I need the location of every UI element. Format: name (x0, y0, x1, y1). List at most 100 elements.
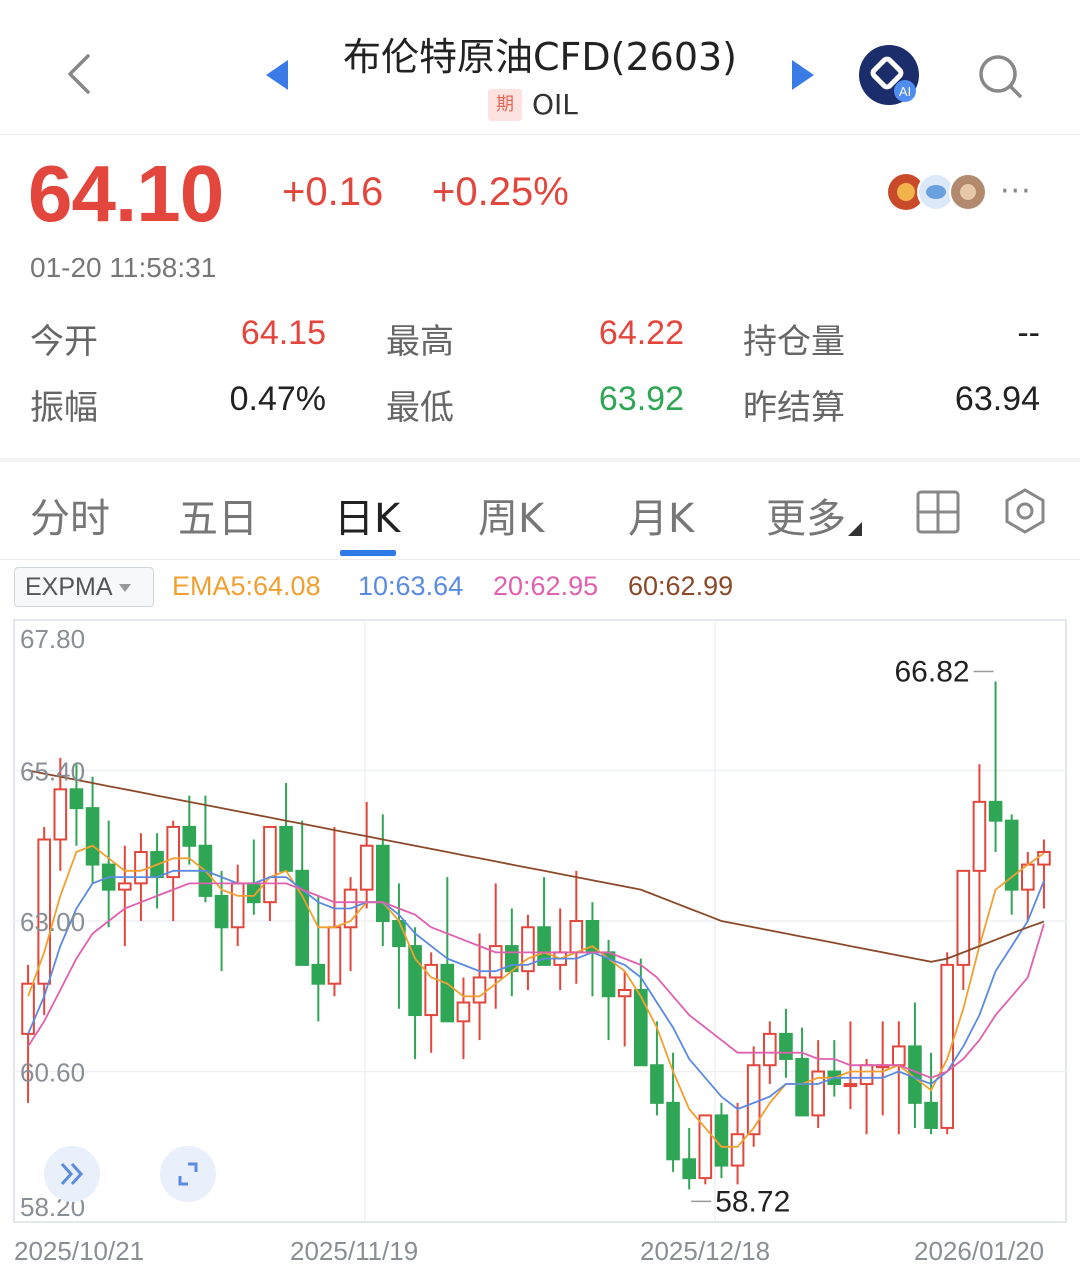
search-icon[interactable] (972, 48, 1028, 104)
candle-body (359, 844, 374, 891)
candle-body (440, 963, 455, 1023)
ema10-value: 10:63.64 (358, 571, 464, 601)
max-price-label: 66.82 (894, 655, 969, 688)
subtitle: 期 OIL (488, 88, 578, 121)
candle-body (650, 1064, 664, 1104)
quote-timestamp: 01-20 11:58:31 (30, 252, 217, 283)
candle-body (392, 920, 406, 948)
section-divider (0, 458, 1080, 462)
amplitude-value: 0.47% (229, 380, 326, 418)
ema60-value: 60:62.99 (628, 571, 734, 601)
y-tick-label: 60.60 (20, 1058, 85, 1088)
candle-body (472, 976, 487, 1004)
top-bar: 布伦特原油CFD(2603) 期 OIL AI (0, 0, 1080, 135)
candle-body (924, 1101, 938, 1129)
stats-row: 振幅 0.47% 最低 63.92 昨结算 63.94 (0, 378, 1080, 444)
indicator-name: EXPMA (25, 573, 113, 601)
open-interest-label: 持仓量 (743, 322, 845, 362)
candle-body (569, 920, 584, 954)
candle-body (118, 882, 132, 891)
candle-body (263, 825, 277, 904)
symbol-code: OIL (532, 88, 578, 121)
ema20-line (27, 882, 1045, 1079)
candle-body (843, 1083, 858, 1088)
candle-body (376, 844, 390, 922)
candle-body (795, 1057, 809, 1117)
stats-row: 今开 64.15 最高 64.22 持仓量 -- (0, 312, 1080, 378)
candle-body (69, 788, 84, 810)
tab-weekly-k[interactable]: 周K (478, 486, 544, 544)
page-title: 布伦特原油CFD(2603) (342, 35, 737, 79)
indicator-select[interactable]: EXPMA (14, 567, 154, 607)
low-value: 63.92 (598, 380, 684, 418)
candle-body (859, 1064, 874, 1086)
more-options-icon[interactable]: ··· (1000, 174, 1032, 209)
prev-settle-label: 昨结算 (743, 388, 845, 428)
candle-body (988, 800, 1003, 822)
candle-body (214, 894, 229, 929)
fullscreen-icon (178, 1162, 198, 1186)
ema60-line (27, 769, 1045, 963)
expand-chart-button[interactable] (44, 1146, 100, 1202)
tab-five-day[interactable]: 五日 (178, 486, 258, 544)
ai-label: AI (899, 84, 911, 99)
next-contract-icon[interactable] (792, 60, 814, 90)
candle-body (682, 1158, 696, 1180)
min-price-label: 58.72 (715, 1185, 790, 1218)
candle-body (327, 926, 342, 985)
candle-body (698, 1114, 713, 1180)
tab-intraday[interactable]: 分时 (30, 486, 110, 544)
caret-down-icon (118, 584, 131, 593)
candle-body (134, 851, 148, 885)
candle-body (617, 988, 632, 998)
amplitude-label: 振幅 (30, 388, 98, 428)
layout-grid-icon[interactable] (914, 488, 962, 536)
candle-body (634, 988, 648, 1067)
prev-settle-value: 63.94 (954, 380, 1040, 418)
ema5-value: EMA5:64.08 (172, 571, 321, 601)
high-value: 64.22 (598, 314, 684, 352)
more-dropdown-icon (848, 522, 862, 536)
candle-body (730, 1133, 745, 1167)
x-tick-label: 2025/12/18 (640, 1236, 770, 1266)
open-label: 今开 (30, 322, 98, 362)
candle-body (892, 1045, 906, 1067)
candle-body (85, 807, 100, 866)
x-tick-label: 2025/11/19 (290, 1236, 418, 1266)
open-value: 64.15 (240, 314, 326, 352)
tab-more[interactable]: 更多 (766, 486, 846, 544)
candle-body (295, 869, 309, 966)
ai-assistant-icon[interactable]: AI (858, 44, 920, 106)
candle-body (230, 882, 245, 929)
ema5-line (27, 844, 1045, 1148)
low-label: 最低 (386, 388, 454, 428)
x-tick-label: 2025/10/21 (14, 1236, 144, 1266)
futures-badge: 期 (488, 88, 522, 121)
price-change-percent: +0.25% (432, 170, 569, 214)
last-price: 64.10 (28, 149, 224, 238)
high-label: 最高 (386, 322, 454, 362)
back-icon[interactable] (56, 48, 106, 98)
x-tick-label: 2026/01/20 (914, 1236, 1044, 1266)
community-avatars[interactable] (886, 170, 996, 214)
candle-body (746, 1064, 761, 1136)
prev-contract-icon[interactable] (266, 60, 288, 90)
candle-body (972, 800, 987, 872)
candle-body (279, 825, 293, 872)
ema20-value: 20:62.95 (493, 571, 599, 601)
candle-body (311, 963, 326, 985)
fullscreen-button[interactable] (160, 1146, 216, 1202)
tab-monthly-k[interactable]: 月K (628, 486, 694, 544)
y-tick-label: 65.40 (20, 757, 85, 787)
candle-body (779, 1032, 793, 1060)
settings-icon[interactable] (1000, 486, 1050, 536)
ema10-line (27, 869, 1045, 1111)
candle-body (53, 788, 68, 841)
candle-body (247, 882, 261, 904)
quote-stats: 今开 64.15 最高 64.22 持仓量 -- 振幅 0.47% 最低 63.… (0, 312, 1080, 444)
y-tick-label: 67.80 (20, 624, 85, 654)
price-change: +0.16 (282, 170, 384, 214)
candle-body (714, 1114, 729, 1167)
candle-body (182, 825, 197, 847)
tab-daily-k[interactable]: 日K (334, 486, 400, 544)
